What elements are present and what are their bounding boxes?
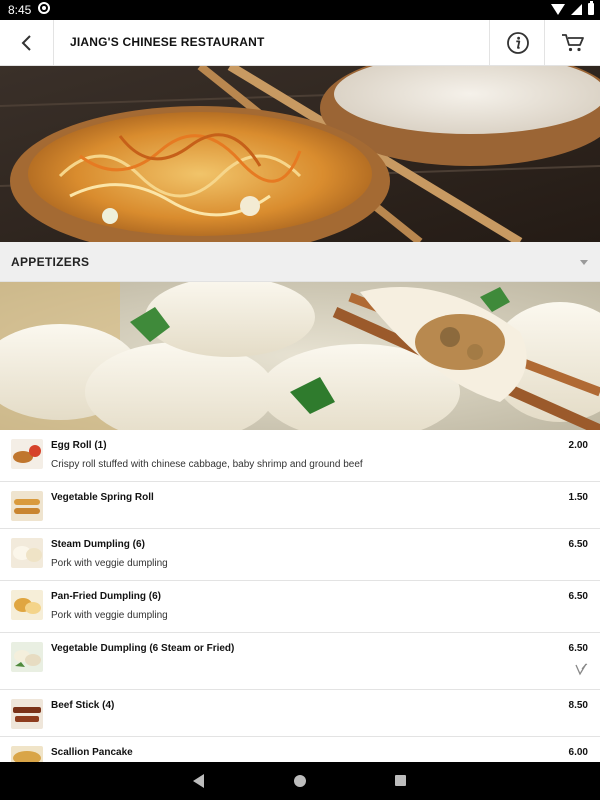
item-description: Crispy roll stuffed with chinese cabbage… [51,459,363,470]
item-name: Steam Dumpling (6) [51,539,145,550]
menu-item[interactable]: Vegetable Spring Roll 1.50 [0,482,600,529]
item-name: Vegetable Dumpling (6 Steam or Fried) [51,643,235,654]
app-header: JIANG'S CHINESE RESTAURANT [0,20,600,66]
battery-icon [588,1,594,15]
nav-recents-icon[interactable] [395,775,406,786]
item-price: 6.50 [568,539,588,550]
nav-home-icon[interactable] [294,775,306,787]
menu-item[interactable]: Beef Stick (4) 8.50 [0,690,600,737]
item-name: Scallion Pancake [51,747,133,758]
pan-fried-dumpling-thumbnail [11,590,43,620]
category-title: APPETIZERS [11,255,90,269]
wifi-icon [551,4,565,15]
menu-item-list: Egg Roll (1) Crispy roll stuffed with ch… [0,430,600,767]
page-title: JIANG'S CHINESE RESTAURANT [70,35,265,49]
beef-stick-thumbnail [11,699,43,729]
steam-dumpling-thumbnail [11,538,43,568]
spring-roll-thumbnail [11,491,43,521]
item-name: Beef Stick (4) [51,700,115,711]
appetizers-banner-image [0,282,600,430]
restaurant-hero-image [0,66,600,242]
item-price: 2.00 [568,440,588,451]
chevron-left-icon [21,35,31,51]
cart-button[interactable] [544,20,600,66]
info-icon [506,32,529,54]
category-header-appetizers[interactable]: APPETIZERS [0,242,600,282]
nav-back-icon[interactable] [193,774,204,788]
item-name: Pan-Fried Dumpling (6) [51,591,161,602]
egg-roll-thumbnail [11,439,43,469]
item-price: 1.50 [568,492,588,503]
item-description: Pork with veggie dumpling [51,558,168,569]
signal-icon [571,3,582,15]
info-button[interactable] [489,20,545,66]
vegetable-dumpling-thumbnail [11,642,43,672]
item-name: Vegetable Spring Roll [51,492,154,503]
menu-item[interactable]: Pan-Fried Dumpling (6) Pork with veggie … [0,581,600,633]
menu-item[interactable]: Vegetable Dumpling (6 Steam or Fried) 6.… [0,633,600,690]
back-button[interactable] [0,20,54,66]
item-price: 6.50 [568,643,588,654]
item-price: 8.50 [568,700,588,711]
status-icons [551,1,594,15]
sync-icon [38,2,50,14]
menu-item[interactable]: Egg Roll (1) Crispy roll stuffed with ch… [0,430,600,482]
status-bar: 8:45 [0,0,600,20]
chevron-down-icon [580,260,588,265]
menu-item[interactable]: Steam Dumpling (6) Pork with veggie dump… [0,529,600,581]
status-time: 8:45 [8,3,32,17]
item-price: 6.00 [568,747,588,758]
item-description: Pork with veggie dumpling [51,610,168,621]
item-name: Egg Roll (1) [51,440,107,451]
item-price: 6.50 [568,591,588,602]
vegetarian-icon [575,663,588,676]
cart-icon [561,34,584,52]
system-nav-bar [0,762,600,800]
